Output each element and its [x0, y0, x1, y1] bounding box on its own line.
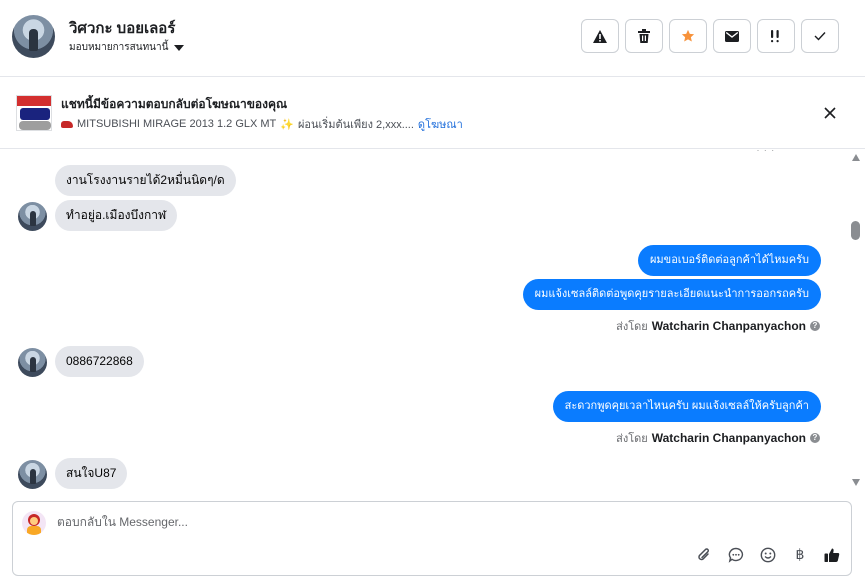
close-icon[interactable] — [821, 104, 839, 122]
like-icon[interactable] — [823, 546, 841, 564]
reply-composer: ฿ — [12, 501, 852, 576]
ad-context-banner: แชทนี้มีข้อความตอบกลับต่อโฆษณาของคุณ MIT… — [0, 77, 865, 149]
saved-reply-icon[interactable] — [727, 546, 745, 564]
emoji-icon[interactable] — [759, 546, 777, 564]
spam-button[interactable] — [581, 19, 619, 53]
baht-icon[interactable]: ฿ — [791, 546, 809, 564]
incoming-message[interactable]: สนใจU87 — [55, 458, 128, 489]
sent-by-label: ส่งโดย Watcharin Chanpanyachon ? — [616, 317, 820, 335]
message-thread[interactable]: · · · งานโรงงานรายได้2หมื่นนิดๆ/ด ทำอยู่… — [0, 150, 848, 494]
contact-mini-avatar — [18, 348, 47, 377]
thread-scrollbar[interactable] — [848, 150, 864, 494]
agent-name: Watcharin Chanpanyachon — [651, 319, 806, 333]
incoming-message[interactable]: งานโรงงานรายได้2หมื่นนิดๆ/ด — [55, 165, 236, 196]
chevron-down-icon — [174, 44, 185, 51]
star-icon — [681, 29, 695, 42]
help-icon[interactable]: ? — [810, 433, 820, 443]
outgoing-message[interactable]: สะดวกพูดคุยเวลาไหนครับ ผมแจ้งเซลล์ให้ครั… — [552, 391, 821, 422]
help-icon[interactable]: ? — [810, 321, 820, 331]
scroll-up-arrow-icon[interactable] — [852, 154, 860, 161]
page-avatar — [22, 511, 46, 535]
contact-avatar[interactable] — [12, 15, 55, 58]
ad-thumbnail[interactable] — [16, 95, 52, 131]
contact-mini-avatar — [18, 460, 47, 489]
follow-up-icon — [771, 30, 779, 43]
outgoing-message[interactable]: ผมแจ้งเซลล์ติดต่อพูดคุยรายละเอียดแนะนำกา… — [522, 279, 821, 310]
car-icon — [61, 120, 73, 128]
ad-context-subtitle: MITSUBISHI MIRAGE 2013 1.2 GLX MT ✨ ผ่อน… — [61, 115, 463, 133]
ad-context-title: แชทนี้มีข้อความตอบกลับต่อโฆษณาของคุณ — [61, 97, 288, 111]
conversation-header: วิศวกะ บอยเลอร์ มอบหมายการสนทนานี้ — [0, 0, 865, 77]
envelope-icon — [725, 30, 739, 42]
reply-input[interactable] — [57, 515, 657, 529]
sent-by-label: ส่งโดย Watcharin Chanpanyachon ? — [616, 429, 820, 447]
delete-button[interactable] — [625, 19, 663, 53]
trash-icon — [638, 29, 650, 43]
attachment-icon[interactable] — [695, 546, 713, 564]
scroll-thumb[interactable] — [851, 221, 860, 240]
conversation-toolbar — [581, 19, 839, 53]
contact-mini-avatar — [18, 202, 47, 231]
ad-subtitle-text: MITSUBISHI MIRAGE 2013 1.2 GLX MT — [77, 118, 277, 130]
contact-name[interactable]: วิศวกะ บอยเลอร์ — [69, 16, 175, 40]
check-icon — [814, 32, 826, 41]
ad-subtitle-more: ผ่อนเริ่มต้นเพียง 2,xxx.... — [297, 119, 414, 131]
agent-name: Watcharin Chanpanyachon — [651, 431, 806, 445]
incoming-message[interactable]: ทำอยู่อ.เมืองบึงกาฬ — [55, 200, 178, 231]
star-button[interactable] — [669, 19, 707, 53]
assign-label: มอบหมายการสนทนานี้ — [69, 42, 169, 53]
scroll-down-arrow-icon[interactable] — [852, 479, 860, 486]
warning-icon — [593, 29, 607, 43]
composer-actions: ฿ — [695, 546, 841, 564]
follow-up-button[interactable] — [757, 19, 795, 53]
clipped-message-fragment: · · · — [756, 150, 775, 156]
view-ad-link[interactable]: ดูโฆษณา — [418, 115, 463, 133]
assign-conversation-dropdown[interactable]: มอบหมายการสนทนานี้ — [69, 40, 185, 55]
mark-unread-button[interactable] — [713, 19, 751, 53]
done-button[interactable] — [801, 19, 839, 53]
incoming-message[interactable]: 0886722868 — [55, 346, 144, 377]
outgoing-message[interactable]: ผมขอเบอร์ติดต่อลูกค้าได้ไหมครับ — [637, 245, 821, 276]
sparkle-icon: ✨ — [280, 118, 294, 131]
